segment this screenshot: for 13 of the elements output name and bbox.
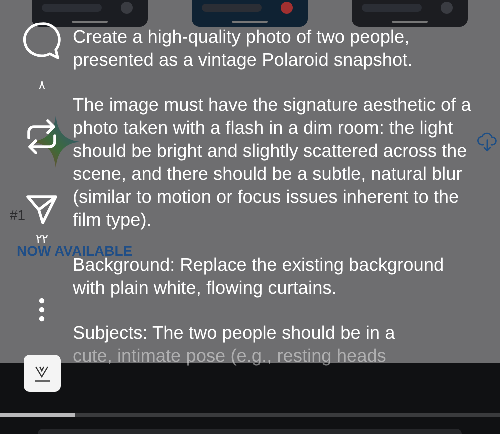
caption-paragraph: Subjects: The two people should be in a — [73, 322, 396, 345]
action-count: ٢٢ — [36, 232, 48, 246]
caption-paragraph: Create a high-quality photo of two people, presented as a vintage Polaroid snapshot. — [73, 26, 414, 72]
input-field[interactable] — [38, 429, 462, 434]
repost-icon[interactable] — [25, 118, 59, 156]
caption-paragraph: The image must have the signature aesthetic of a photo taken with a flash in a dim room: the light should be bright and slightly scattered across the scene, and there should be a subtle, natural blur (similar to motion or focus issues inherent to the film type). — [73, 94, 472, 232]
rank-label: #1 — [10, 206, 26, 225]
comment-icon[interactable] — [23, 22, 61, 60]
more-icon[interactable] — [38, 298, 46, 322]
action-count: ٨ — [39, 78, 45, 92]
caption-line: cute, intimate pose (e.g., resting heads — [73, 345, 388, 368]
avatar[interactable] — [24, 355, 60, 392]
send-icon[interactable] — [26, 194, 58, 226]
